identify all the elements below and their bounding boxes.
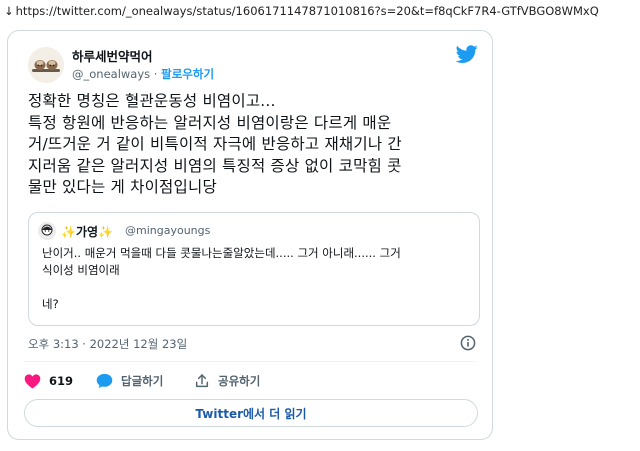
- read-more-on-twitter-button[interactable]: Twitter에서 더 읽기: [24, 399, 478, 427]
- sparkle-icon: ✨: [61, 225, 76, 239]
- author-handle-line: @_onealways · 팔로우하기: [72, 66, 214, 82]
- quoted-tweet[interactable]: ✨가영✨ @mingayoungs 난이거.. 매운거 먹을때 다들 콧물나는줄…: [28, 212, 480, 326]
- author-name[interactable]: 하루세번약먹어: [72, 46, 153, 65]
- divider: [24, 361, 476, 362]
- reply-bubble-icon: [96, 373, 113, 389]
- reply-button[interactable]: 답글하기: [96, 371, 163, 391]
- like-count: 619: [49, 374, 74, 388]
- quoted-author-handle[interactable]: @mingayoungs: [125, 224, 210, 237]
- author-avatar[interactable]: [28, 47, 64, 83]
- share-button[interactable]: 공유하기: [194, 371, 260, 391]
- like-button[interactable]: 619: [24, 371, 73, 391]
- tweet-timestamp[interactable]: 오후 3:13 · 2022년 12월 23일: [28, 336, 187, 352]
- follow-button[interactable]: 팔로우하기: [161, 67, 214, 81]
- url-text[interactable]: https://twitter.com/_onealways/status/16…: [16, 4, 599, 18]
- sparkle-icon: ✨: [98, 225, 113, 239]
- separator-dot: ·: [150, 67, 162, 81]
- info-icon[interactable]: [460, 335, 476, 351]
- quoted-author-name-text: 가영: [75, 225, 99, 239]
- quoted-author-name[interactable]: ✨가영✨: [61, 223, 113, 240]
- download-arrow-icon: ↓: [4, 4, 14, 18]
- author-handle[interactable]: @_onealways: [72, 67, 150, 81]
- browser-url-bar[interactable]: ↓ https://twitter.com/_onealways/status/1…: [4, 4, 636, 22]
- tweet-embed-card: 하루세번약먹어 @_onealways · 팔로우하기 정확한 명칭은 혈관운동…: [7, 30, 493, 440]
- share-label: 공유하기: [218, 374, 261, 388]
- quoted-author-avatar[interactable]: [38, 222, 56, 240]
- reply-label: 답글하기: [121, 374, 164, 388]
- quoted-tweet-text: 난이거.. 매운거 먹을때 다들 콧물나는줄알았는데..... 그거 아니래..…: [42, 246, 401, 311]
- tweet-text: 정확한 명칭은 혈관운동성 비염이고... 특정 항원에 반응하는 알러지성 비…: [28, 92, 402, 196]
- twitter-bird-icon[interactable]: [456, 43, 478, 65]
- share-icon: [195, 374, 209, 388]
- heart-icon: [24, 374, 41, 389]
